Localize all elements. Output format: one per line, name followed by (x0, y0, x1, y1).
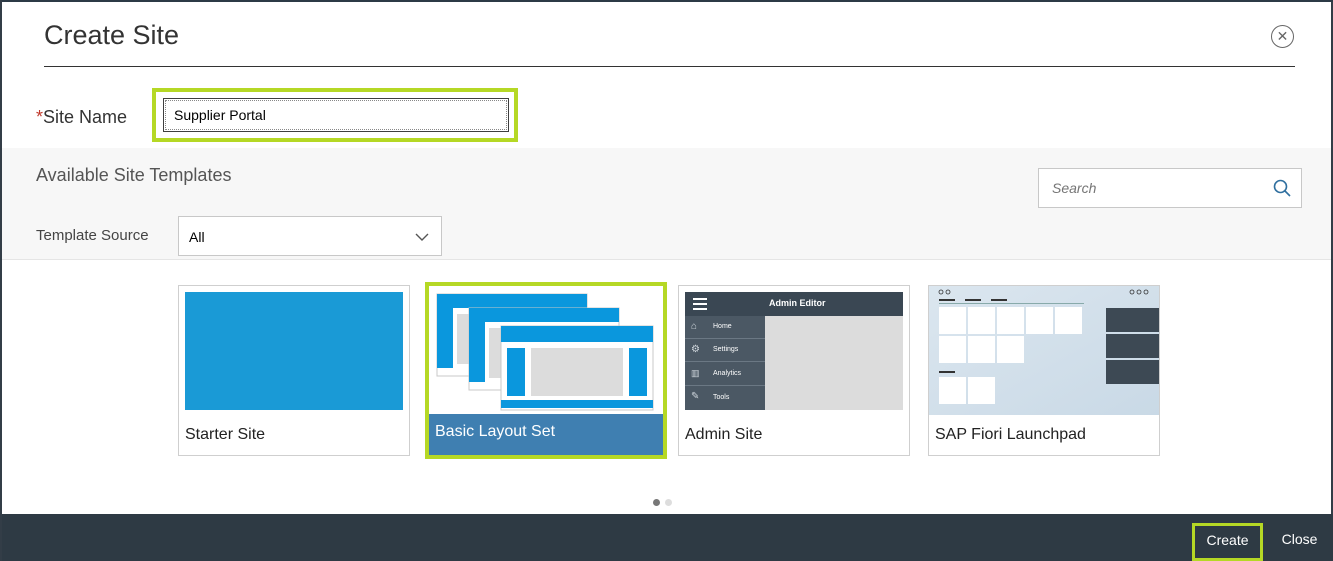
template-tile-admin-site[interactable]: Admin Editor ⌂ Home ⚙ Settings ▥ Analyti… (678, 285, 910, 456)
template-tile-label: Admin Site (685, 426, 763, 443)
admin-preview-menu-item: ✎ Tools (685, 386, 765, 410)
analytics-icon: ▥ (691, 368, 700, 378)
dialog-top-edge (2, 0, 1333, 2)
dialog-title: Create Site (44, 20, 180, 50)
template-tile-label: SAP Fiori Launchpad (935, 426, 1086, 443)
site-name-highlight (152, 88, 518, 142)
search-icon[interactable] (1273, 179, 1291, 197)
admin-menu-label: Home (713, 323, 732, 330)
fiori-launchpad-preview (929, 286, 1159, 415)
template-tile-label: Starter Site (185, 426, 266, 443)
dialog-footer: Create Close (2, 514, 1333, 561)
fiori-launchpad-thumbnail (929, 286, 1159, 415)
title-divider (44, 66, 1295, 67)
site-name-label-text: Site Name (43, 107, 128, 127)
admin-menu-label: Settings (713, 346, 739, 353)
site-name-label: *Site Name (36, 107, 127, 128)
wrench-icon: ✎ (691, 391, 700, 402)
pager-dot-active[interactable] (653, 499, 660, 506)
basic-layout-preview (429, 286, 663, 414)
templates-panel: Available Site Templates Template Source… (2, 148, 1331, 260)
template-source-value: All (189, 229, 205, 245)
template-pager (653, 493, 677, 511)
admin-preview-menu-item: ⌂ Home (685, 316, 765, 339)
admin-preview-header: Admin Editor (685, 292, 903, 316)
template-source-label: Template Source (36, 227, 149, 244)
template-tile-basic-layout-set[interactable]: Basic Layout Set (425, 282, 667, 459)
basic-layout-thumbnail (429, 286, 663, 414)
hamburger-icon (693, 298, 707, 310)
admin-preview-menu-item: ▥ Analytics (685, 362, 765, 386)
template-tile-sap-fiori-launchpad[interactable]: SAP Fiori Launchpad (928, 285, 1160, 456)
home-icon: ⌂ (691, 321, 698, 332)
template-search-input[interactable] (1040, 170, 1265, 206)
pager-dot[interactable] (665, 499, 672, 506)
admin-menu-label: Analytics (713, 370, 742, 377)
template-source-select[interactable]: All (178, 216, 442, 256)
gear-icon: ⚙ (691, 344, 700, 355)
template-tile-starter-site[interactable]: Starter Site (178, 285, 410, 456)
close-icon[interactable]: ✕ (1271, 25, 1294, 48)
template-search (1038, 168, 1302, 208)
site-name-input[interactable] (163, 98, 509, 132)
required-marker: * (36, 107, 44, 127)
starter-site-thumbnail (185, 292, 403, 410)
admin-preview-menu-item: ⚙ Settings (685, 339, 765, 362)
close-button[interactable]: Close (1272, 523, 1327, 561)
admin-preview-sidebar: ⌂ Home ⚙ Settings ▥ Analytics ✎ Tools (685, 316, 765, 410)
template-tile-label: Basic Layout Set (435, 423, 556, 440)
admin-preview-title: Admin Editor (769, 298, 826, 308)
starter-preview-block (185, 292, 403, 410)
admin-menu-label: Tools (713, 394, 730, 401)
admin-site-thumbnail: Admin Editor ⌂ Home ⚙ Settings ▥ Analyti… (685, 292, 903, 410)
templates-heading: Available Site Templates (36, 165, 232, 185)
create-button[interactable]: Create (1192, 523, 1263, 561)
create-site-dialog: Create Site ✕ *Site Name Available Site … (0, 0, 1333, 561)
chevron-down-icon (415, 233, 429, 241)
